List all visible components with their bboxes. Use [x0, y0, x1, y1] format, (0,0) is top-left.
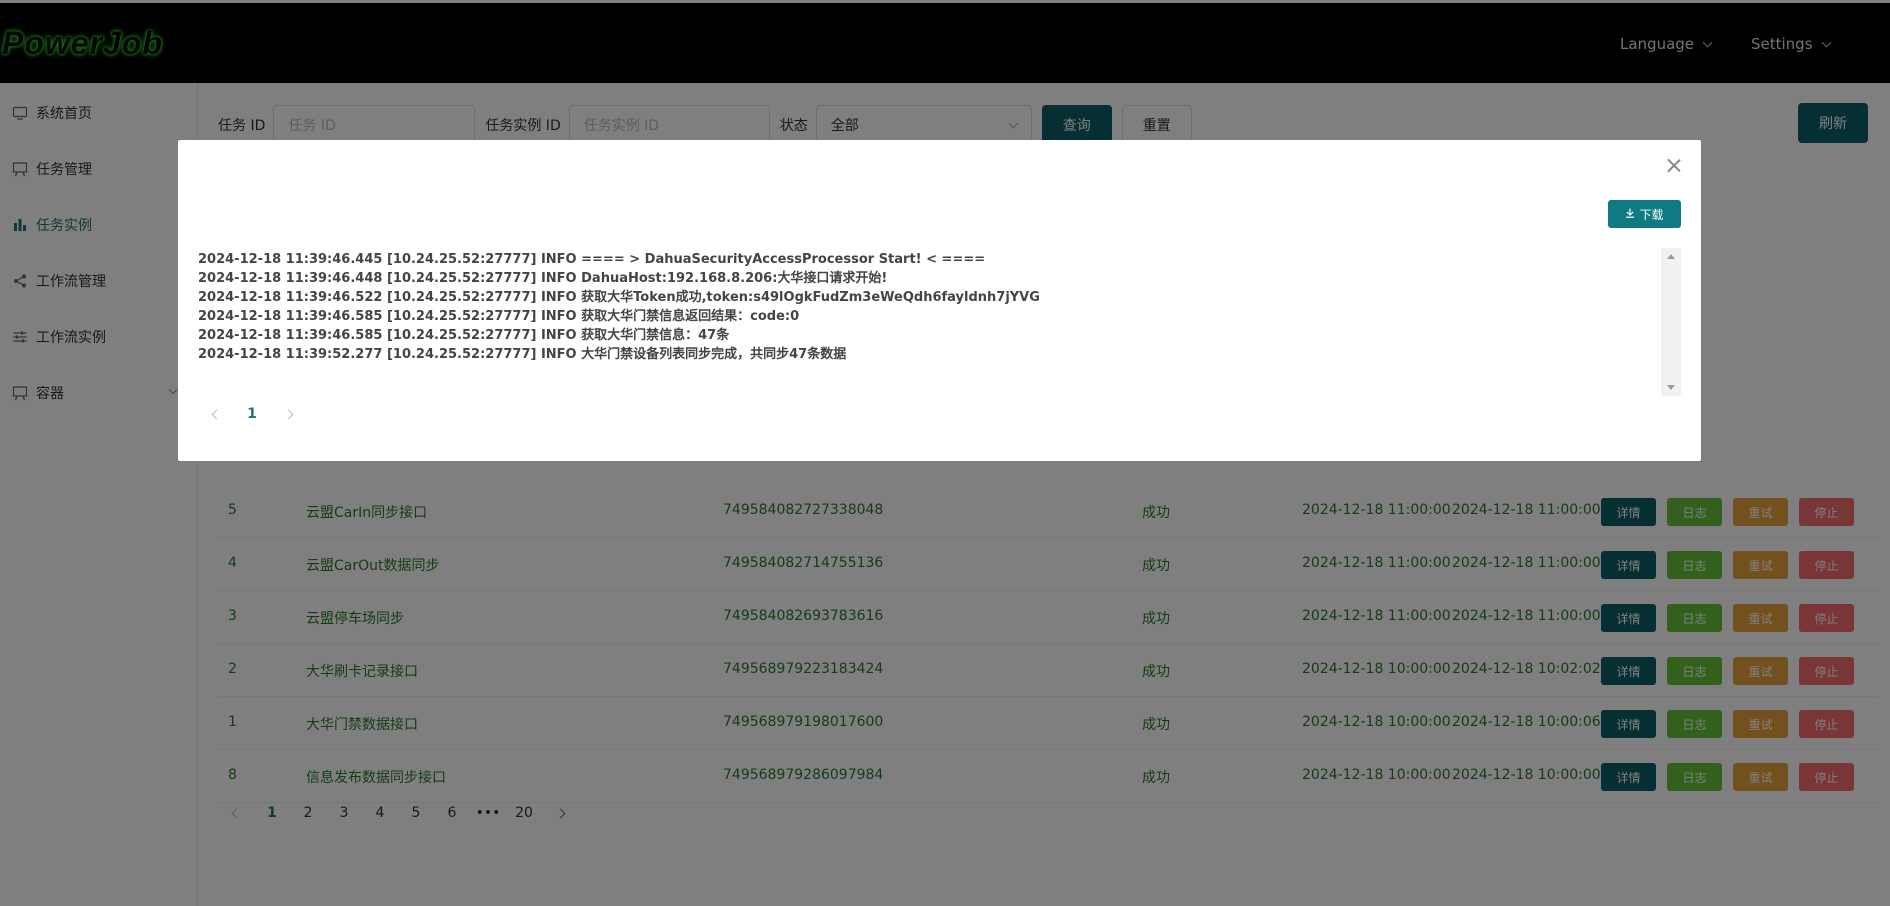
log-scrollbar[interactable] [1661, 248, 1681, 396]
log-content: 2024-12-18 11:39:46.445 [10.24.25.52:277… [198, 250, 1661, 398]
download-button[interactable]: 下载 [1608, 200, 1681, 228]
log-line: 2024-12-18 11:39:52.277 [10.24.25.52:277… [198, 347, 847, 362]
close-icon[interactable] [1667, 158, 1681, 172]
log-line: 2024-12-18 11:39:46.585 [10.24.25.52:277… [198, 309, 800, 324]
scroll-down-icon[interactable] [1667, 385, 1675, 390]
log-line: 2024-12-18 11:39:46.445 [10.24.25.52:277… [198, 252, 986, 267]
download-label: 下载 [1639, 207, 1664, 222]
scroll-up-icon[interactable] [1667, 254, 1675, 259]
next-page-button[interactable] [270, 406, 306, 422]
prev-page-button[interactable] [198, 406, 234, 422]
log-line: 2024-12-18 11:39:46.448 [10.24.25.52:277… [198, 271, 888, 286]
chevron-right-icon [283, 409, 293, 420]
log-pagination: 1 [198, 406, 306, 422]
log-dialog: 下载 2024-12-18 11:39:46.445 [10.24.25.52:… [178, 140, 1701, 461]
chevron-left-icon [211, 409, 221, 420]
page-button[interactable]: 1 [234, 406, 270, 422]
log-line: 2024-12-18 11:39:46.522 [10.24.25.52:277… [198, 290, 1040, 305]
download-icon [1625, 207, 1635, 221]
log-line: 2024-12-18 11:39:46.585 [10.24.25.52:277… [198, 328, 730, 343]
